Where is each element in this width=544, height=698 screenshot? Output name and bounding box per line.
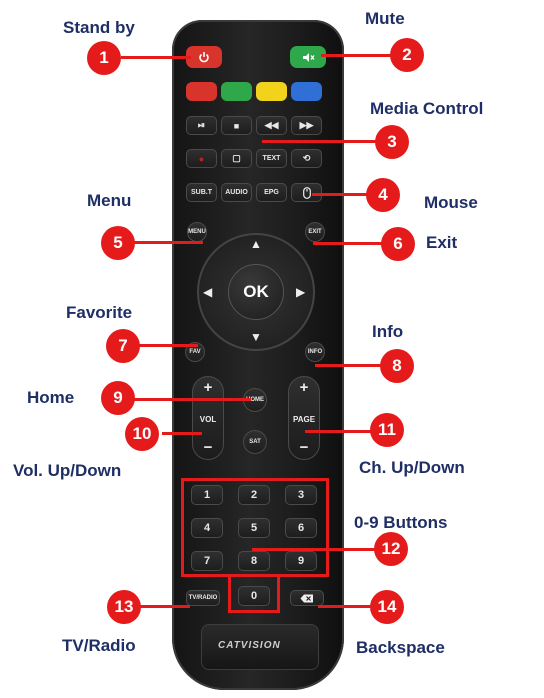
- callout-14: 14: [370, 590, 404, 624]
- label-tv-radio: TV/Radio: [62, 636, 136, 655]
- leader-line-7: [138, 344, 198, 347]
- numpad-highlight-box: [181, 478, 329, 577]
- vol-down[interactable]: −: [193, 439, 223, 456]
- label-media-control: Media Control: [370, 99, 484, 118]
- leader-line-5: [133, 241, 203, 244]
- epg-button[interactable]: EPG: [256, 183, 287, 202]
- callout-3: 3: [375, 125, 409, 159]
- tv-radio-button[interactable]: TV/RADIO: [186, 590, 220, 606]
- leader-line-4: [312, 193, 372, 196]
- callout-8: 8: [380, 349, 414, 383]
- up-arrow-icon[interactable]: ▲: [250, 237, 262, 251]
- label-mouse: Mouse: [424, 193, 478, 212]
- vol-up[interactable]: +: [193, 379, 223, 396]
- callout-12: 12: [374, 532, 408, 566]
- label-mute: Mute: [365, 9, 405, 28]
- text-button[interactable]: TEXT: [256, 149, 287, 168]
- leader-line-13: [138, 605, 190, 608]
- leader-line-11: [305, 430, 377, 433]
- leader-line-6: [313, 242, 387, 245]
- rewind-button[interactable]: ◀◀: [256, 116, 287, 135]
- subtitle-button[interactable]: SUB.T: [186, 183, 217, 202]
- leader-line-8: [315, 364, 387, 367]
- mute-button[interactable]: [290, 46, 326, 68]
- backspace-button[interactable]: [290, 590, 324, 606]
- record-button[interactable]: ●: [186, 149, 217, 168]
- exit-button[interactable]: EXIT: [305, 222, 325, 242]
- green-key[interactable]: [221, 82, 252, 101]
- leader-line-9: [133, 398, 251, 401]
- label-exit: Exit: [426, 233, 458, 252]
- screen-button[interactable]: ▢: [221, 149, 252, 168]
- callout-10: 10: [125, 417, 159, 451]
- page-down[interactable]: −: [289, 439, 319, 456]
- label-menu: Menu: [87, 191, 132, 210]
- callout-11: 11: [370, 413, 404, 447]
- power-icon: [199, 52, 209, 63]
- label-home: Home: [27, 388, 75, 407]
- left-arrow-icon[interactable]: ◀: [203, 285, 212, 299]
- sat-button[interactable]: SAT: [243, 430, 267, 454]
- zero-highlight-box: [228, 574, 280, 613]
- callout-6: 6: [381, 227, 415, 261]
- callout-5: 5: [101, 226, 135, 260]
- backspace-icon: [300, 594, 313, 602]
- diagram: ⏯ ■ ◀◀ ▶▶ ● ▢ TEXT ⟲ SUB.T AUDIO EPG MEN…: [0, 0, 544, 698]
- vol-label: VOL: [199, 415, 217, 424]
- brand-logo: CATVISION: [218, 640, 281, 651]
- recall-button[interactable]: ⟲: [291, 149, 322, 168]
- audio-button[interactable]: AUDIO: [221, 183, 252, 202]
- label-vol-up-down: Vol. Up/Down: [13, 461, 122, 480]
- leader-line-10: [162, 432, 202, 435]
- callout-4: 4: [366, 178, 400, 212]
- standby-button[interactable]: [186, 46, 222, 68]
- yellow-key[interactable]: [256, 82, 287, 101]
- mouse-icon: [302, 186, 311, 199]
- label-stand-by: Stand by: [63, 18, 135, 37]
- callout-1: 1: [87, 41, 121, 75]
- play-pause-button[interactable]: ⏯: [186, 116, 217, 135]
- fast-forward-button[interactable]: ▶▶: [291, 116, 322, 135]
- leader-line-3: [262, 140, 382, 143]
- label-favorite: Favorite: [66, 303, 133, 322]
- label-backspace: Backspace: [356, 638, 445, 657]
- red-key[interactable]: [186, 82, 217, 101]
- blue-key[interactable]: [291, 82, 322, 101]
- callout-9: 9: [101, 381, 135, 415]
- callout-2: 2: [390, 38, 424, 72]
- callout-13: 13: [107, 590, 141, 624]
- down-arrow-icon[interactable]: ▼: [250, 330, 262, 344]
- page-label: PAGE: [292, 415, 316, 424]
- speaker-mute-icon: [302, 52, 315, 62]
- leader-line-14: [318, 605, 378, 608]
- volume-rocker[interactable]: + VOL −: [192, 376, 224, 460]
- page-rocker[interactable]: + PAGE −: [288, 376, 320, 460]
- ok-button[interactable]: OK: [228, 264, 284, 320]
- label-ch-up-down: Ch. Up/Down: [359, 458, 465, 477]
- menu-button[interactable]: MENU: [187, 222, 207, 242]
- stop-button[interactable]: ■: [221, 116, 252, 135]
- right-arrow-icon[interactable]: ▶: [296, 285, 305, 299]
- info-button[interactable]: INFO: [305, 342, 325, 362]
- label-info: Info: [372, 322, 404, 341]
- leader-line-2: [321, 54, 395, 57]
- leader-line-12: [252, 548, 378, 551]
- callout-7: 7: [106, 329, 140, 363]
- page-up[interactable]: +: [289, 379, 319, 396]
- leader-line-1: [121, 56, 191, 59]
- label-0-9-buttons: 0-9 Buttons: [354, 513, 448, 532]
